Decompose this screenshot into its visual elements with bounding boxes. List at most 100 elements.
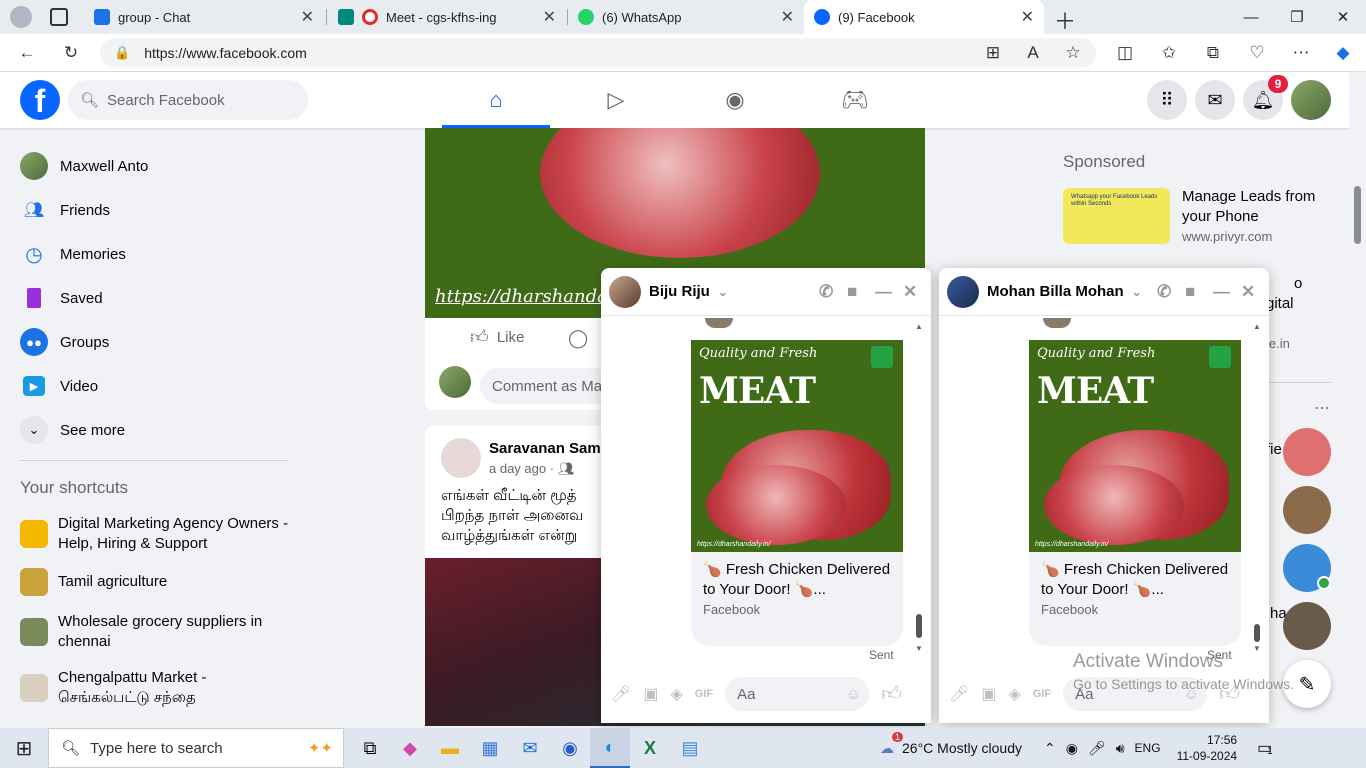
scrollbar-thumb[interactable] [1354, 186, 1361, 244]
profile-icon[interactable] [10, 6, 32, 28]
messenger-icon[interactable]: ✉ [1195, 80, 1235, 120]
chat-head-avatar[interactable] [1283, 602, 1331, 650]
ad-image[interactable]: Whatsapp your Facebook Leads within Seco… [1063, 188, 1170, 244]
phone-icon[interactable]: ✆ [819, 282, 833, 302]
microphone-icon[interactable]: 🎤︎ [611, 684, 631, 704]
restore-button[interactable]: ❐ [1274, 0, 1320, 34]
photos-app-icon[interactable]: ▤ [670, 728, 710, 768]
sidebar-item-see-more[interactable]: ⌄ See more [20, 408, 125, 452]
microphone-icon[interactable]: 🎤︎ [949, 684, 969, 704]
video-call-icon[interactable]: ■ [1185, 282, 1195, 302]
sticker-icon[interactable]: ◈ [670, 684, 682, 704]
favorite-star-icon[interactable]: ☆ [1060, 40, 1086, 66]
sticker-icon[interactable]: ◈ [1008, 684, 1020, 704]
emoji-icon[interactable]: ☺ [846, 686, 861, 703]
chevron-down-icon[interactable]: ⌄ [1132, 285, 1142, 299]
microphone-tray-icon[interactable]: 🎤︎ [1088, 740, 1106, 757]
chat-scrollbar[interactable]: ▲ ▼ [1253, 322, 1261, 656]
sidebar-item-friends[interactable]: 👥︎ Friends [20, 188, 110, 232]
close-icon[interactable]: ✕ [301, 7, 314, 27]
copilot-taskbar-icon[interactable]: ◆ [390, 728, 430, 768]
shared-post-card[interactable]: Quality and Fresh MEAT https://dharshand… [691, 340, 903, 646]
shortcut-item[interactable]: Wholesale grocery suppliers in chennai [20, 612, 295, 652]
collections-icon[interactable]: ⧉ [1200, 40, 1226, 66]
shared-post-card[interactable]: Quality and Fresh MEAT https://dharshand… [1029, 340, 1241, 646]
close-icon[interactable]: ✕ [781, 7, 794, 27]
tab-google-chat[interactable]: group - Chat ✕ [84, 0, 324, 34]
taskbar-search-input[interactable]: 🔍︎ Type here to search ✦✦ [48, 728, 344, 768]
sidebar-item-video[interactable]: ▶ Video [20, 364, 98, 408]
window-close-button[interactable]: ✕ [1320, 0, 1366, 34]
browser-essentials-icon[interactable]: ♡ [1244, 40, 1270, 66]
message-input[interactable]: Aa ☺ [725, 677, 870, 711]
close-icon[interactable]: ✕ [1021, 7, 1034, 27]
notification-center-icon[interactable]: ▭ 1 [1257, 738, 1273, 758]
mail-icon[interactable]: ✉ [510, 728, 550, 768]
shortcut-item[interactable]: Tamil agriculture [20, 568, 295, 596]
gif-icon[interactable]: GIF [695, 688, 713, 700]
back-button[interactable]: ← [14, 40, 40, 66]
split-screen-icon[interactable]: ◫ [1112, 40, 1138, 66]
minimize-button[interactable]: — [1228, 0, 1274, 34]
read-aloud-icon[interactable]: A [1020, 40, 1046, 66]
show-hidden-icons-chevron-icon[interactable]: ⌃ [1044, 740, 1056, 757]
sidebar-item-groups[interactable]: ●● Groups [20, 320, 109, 364]
close-chat-icon[interactable]: ✕ [903, 282, 917, 302]
microsoft-store-icon[interactable]: ▦ [470, 728, 510, 768]
thumbs-up-icon[interactable]: 👍︎ [881, 682, 902, 706]
language-indicator[interactable]: ENG [1135, 741, 1161, 755]
minimize-chat-icon[interactable]: — [875, 282, 892, 302]
chat-header[interactable]: Mohan Billa Mohan ⌄ ✆ ■ — ✕ [939, 268, 1269, 316]
nav-home-icon[interactable]: ⌂ [441, 80, 551, 120]
page-scrollbar[interactable] [1349, 72, 1366, 728]
new-tab-button[interactable]: ＋ [1054, 4, 1076, 36]
chevron-down-icon[interactable]: ⌄ [718, 285, 728, 299]
close-icon[interactable]: ✕ [543, 7, 556, 27]
video-call-icon[interactable]: ■ [847, 282, 857, 302]
sidebar-item-memories[interactable]: ◷ Memories [20, 232, 126, 276]
more-options-icon[interactable]: ⋯ [1314, 398, 1330, 418]
volume-icon[interactable]: 🔊︎ [1116, 740, 1125, 757]
chat-head-avatar[interactable] [1283, 486, 1331, 534]
comment-icon[interactable]: ◯ [568, 328, 588, 349]
nav-watch-icon[interactable]: ▷ [561, 80, 671, 120]
facebook-logo-icon[interactable]: f [20, 80, 60, 120]
task-view-icon[interactable]: ⧉ [350, 728, 390, 768]
gif-icon[interactable]: GIF [1033, 688, 1051, 700]
favorites-icon[interactable]: ✩ [1156, 40, 1182, 66]
photo-icon[interactable]: ▣ [643, 684, 658, 704]
search-input[interactable]: 🔍︎ Search Facebook [68, 80, 308, 120]
file-explorer-icon[interactable]: ▬ [430, 728, 470, 768]
tab-actions-icon[interactable] [50, 8, 68, 26]
weather-widget[interactable]: ☁ 1 26°C Mostly cloudy [880, 731, 1022, 757]
shortcut-item[interactable]: Digital Marketing Agency Owners - Help, … [20, 514, 295, 554]
sidebar-item-profile[interactable]: Maxwell Anto [20, 144, 148, 188]
nav-gaming-icon[interactable]: 🎮︎ [800, 80, 910, 120]
edge-browser-icon[interactable]: ◐ [590, 728, 630, 768]
app-available-icon[interactable]: ⊞ [980, 40, 1006, 66]
tab-whatsapp[interactable]: (6) WhatsApp ✕ [568, 0, 804, 34]
menu-grid-icon[interactable]: ⠿ [1147, 80, 1187, 120]
photo-icon[interactable]: ▣ [981, 684, 996, 704]
excel-icon[interactable]: X [630, 728, 670, 768]
site-info-icon[interactable]: 🔒 [114, 45, 130, 61]
tab-facebook[interactable]: (9) Facebook ✕ [804, 0, 1044, 34]
shortcut-item[interactable]: Chengalpattu Market - செங்கல்பட்டு சந்தை [20, 668, 295, 708]
location-icon[interactable]: ◉ [1066, 740, 1078, 757]
windows-start-icon[interactable]: ⊞ [0, 728, 48, 768]
sidebar-item-saved[interactable]: Saved [20, 276, 103, 320]
like-button[interactable]: 👍︎ Like [470, 326, 524, 348]
author-avatar[interactable] [441, 438, 481, 478]
chat-scrollbar[interactable]: ▲ ▼ [915, 322, 923, 656]
settings-more-icon[interactable]: ⋯ [1288, 40, 1314, 66]
post-author[interactable]: Saravanan Samik [489, 440, 613, 457]
chat-head-avatar[interactable] [1283, 428, 1331, 476]
refresh-button[interactable]: ↻ [58, 40, 84, 66]
minimize-chat-icon[interactable]: — [1213, 282, 1230, 302]
chat-header[interactable]: Biju Riju ⌄ ✆ ■ — ✕ [601, 268, 931, 316]
copilot-icon[interactable]: ◆ [1330, 40, 1356, 66]
account-avatar[interactable] [1291, 80, 1331, 120]
ad-headline[interactable]: Manage Leads from your Phone [1182, 187, 1342, 227]
close-chat-icon[interactable]: ✕ [1241, 282, 1255, 302]
tab-google-meet[interactable]: Meet - cgs-kfhs-ing ✕ [328, 0, 566, 34]
